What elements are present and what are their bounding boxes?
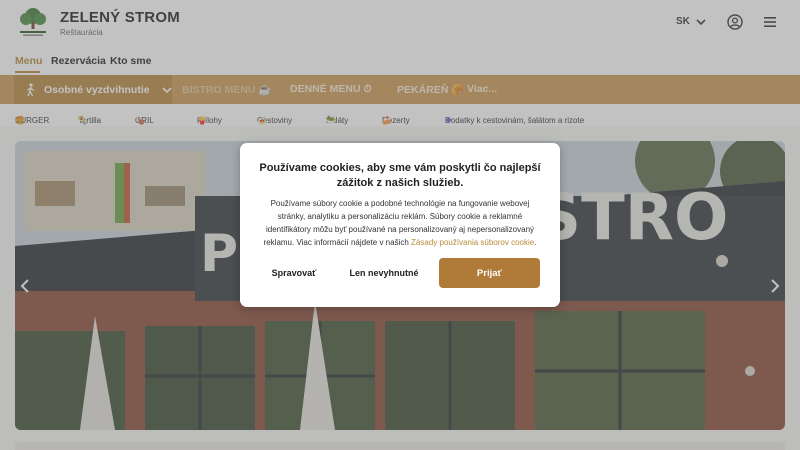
cookie-dialog-body: Používame súbory cookie a podobné techno… bbox=[263, 199, 537, 247]
manage-cookies-button[interactable]: Spravovať bbox=[258, 259, 330, 287]
necessary-only-button[interactable]: Len nevyhnutné bbox=[339, 259, 429, 287]
cookie-consent-dialog: Používame cookies, aby sme vám poskytli … bbox=[240, 143, 560, 307]
cookie-policy-link[interactable]: Zásady používania súborov cookie bbox=[411, 238, 534, 247]
cookie-dialog-title: Používame cookies, aby sme vám poskytli … bbox=[259, 162, 541, 189]
accept-cookies-button[interactable]: Prijať bbox=[439, 258, 540, 288]
